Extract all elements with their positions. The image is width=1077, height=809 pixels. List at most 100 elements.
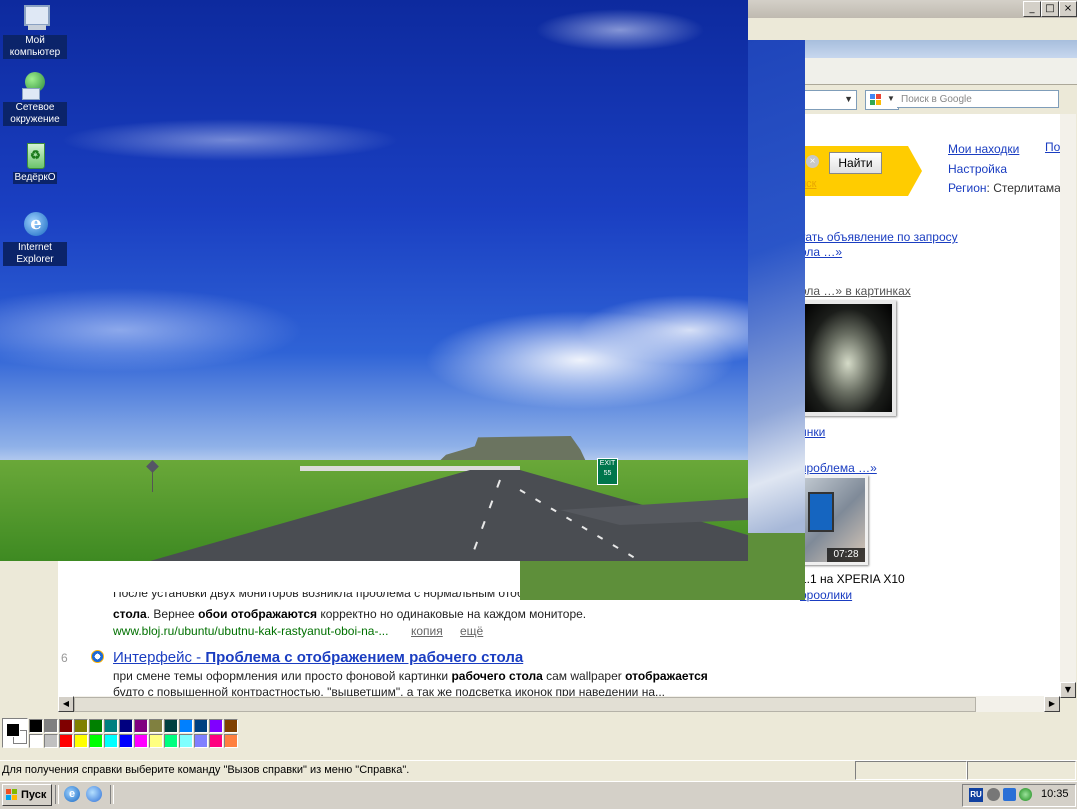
palette-swatch[interactable] (104, 719, 118, 733)
palette-swatch[interactable] (134, 734, 148, 748)
video-thumbnail[interactable]: 07:28 (800, 475, 868, 565)
palette-swatch[interactable] (194, 719, 208, 733)
palette-swatch[interactable] (179, 719, 193, 733)
palette-swatch[interactable] (29, 719, 43, 733)
minimize-button[interactable]: _ (1023, 1, 1041, 17)
network-icon (20, 70, 50, 100)
address-dropdown[interactable]: ▼ (800, 90, 857, 110)
desktop-icon-label: Мой компьютер (3, 35, 67, 59)
favicon-icon (91, 650, 104, 663)
quicklaunch-ie-icon[interactable]: e (64, 786, 80, 802)
palette-swatch[interactable] (224, 719, 238, 733)
road-sign-post (152, 470, 153, 492)
palette-swatch[interactable] (224, 734, 238, 748)
internet-explorer-icon: e (20, 210, 50, 240)
desktop-icon-label: ВедёркО (13, 172, 57, 184)
result-5-cached-link[interactable]: копия (411, 624, 443, 638)
yandex-search-bar-tip (908, 146, 922, 196)
language-indicator[interactable]: RU (969, 788, 983, 802)
region-row: Регион: Стерлитама (948, 179, 1061, 199)
scroll-left-icon[interactable]: ◀ (58, 696, 74, 712)
system-tray: RU 10:35 (962, 784, 1076, 807)
video-duration: 07:28 (827, 548, 865, 562)
vertical-scrollbar[interactable]: ▼ (1060, 114, 1076, 698)
recycle-bin-icon: ♻ (20, 140, 50, 170)
google-search-input[interactable]: Поиск в Google (897, 90, 1059, 108)
google-icon (870, 94, 882, 106)
palette-swatch[interactable] (44, 719, 58, 733)
chevron-down-icon[interactable]: ▼ (887, 94, 895, 103)
ad-link[interactable]: тать объявление по запросу (800, 230, 958, 244)
palette-swatch[interactable] (194, 734, 208, 748)
phone-picture (808, 492, 834, 532)
desktop-icon-internet-explorer[interactable]: e Internet Explorer (3, 210, 67, 266)
video-title[interactable]: 1.1 на XPERIA X10 (800, 572, 905, 586)
thumbnail-picture (804, 304, 892, 412)
settings-link[interactable]: Настройка (948, 160, 1061, 180)
chevron-down-icon[interactable]: ▼ (844, 94, 853, 104)
result-5-url[interactable]: www.bloj.ru/ubuntu/ubutnu-kak-rastyanut-… (113, 624, 388, 638)
image-thumbnail[interactable] (800, 300, 896, 416)
palette-swatch[interactable] (59, 719, 73, 733)
result-6-title-link[interactable]: Интерфейс - Проблема с отображением рабо… (113, 649, 523, 666)
start-button[interactable]: Пуск (2, 784, 52, 806)
palette-swatch[interactable] (59, 734, 73, 748)
tray-icon[interactable] (987, 788, 1000, 801)
desktop-icon-network[interactable]: Сетевое окружение (3, 70, 67, 126)
video-picture: 07:28 (803, 478, 865, 562)
palette-swatch[interactable] (119, 734, 133, 748)
palette-swatch[interactable] (74, 734, 88, 748)
quicklaunch-show-desktop-icon[interactable] (86, 786, 102, 802)
clear-icon[interactable]: × (806, 155, 819, 168)
palette-swatch[interactable] (209, 719, 223, 733)
palette-swatch[interactable] (89, 719, 103, 733)
result-6-snippet-1: при смене темы оформления или просто фон… (113, 669, 708, 683)
network-tray-icon[interactable] (1003, 788, 1016, 801)
maximize-button[interactable]: □ (1041, 1, 1059, 17)
palette-swatch[interactable] (44, 734, 58, 748)
close-button[interactable]: × (1059, 1, 1077, 17)
result-5-more-link[interactable]: ещё (460, 624, 483, 638)
palette-swatch[interactable] (149, 719, 163, 733)
po-link[interactable]: По (1045, 140, 1060, 154)
wallpaper-preview-front: EXIT 55 (0, 0, 748, 561)
scroll-thumb[interactable] (74, 697, 976, 712)
scroll-right-icon[interactable]: ▶ (1044, 696, 1060, 712)
find-button[interactable]: Найти (829, 152, 882, 174)
region-value: : Стерлитама (986, 181, 1061, 195)
palette-swatch[interactable] (119, 719, 133, 733)
palette-swatch[interactable] (164, 719, 178, 733)
taskbar (0, 781, 1077, 809)
palette-swatch[interactable] (89, 734, 103, 748)
palette-swatch[interactable] (104, 734, 118, 748)
left-pane (0, 560, 58, 712)
foreground-color-swatch[interactable] (6, 723, 20, 737)
my-finds-link[interactable]: Мои находки (948, 140, 1061, 160)
result-6-number: 6 (61, 651, 68, 665)
video-query-link[interactable]: проблема …» (800, 461, 877, 475)
desktop-icon-my-computer[interactable]: Мой компьютер (3, 3, 67, 59)
palette-swatch[interactable] (164, 734, 178, 748)
palette-swatch[interactable] (29, 734, 43, 748)
computer-icon (20, 3, 50, 33)
status-cell (855, 761, 967, 780)
quicklaunch-separator (110, 785, 114, 804)
palette-swatch[interactable] (209, 734, 223, 748)
start-label: Пуск (21, 789, 47, 801)
search-engine-selector[interactable]: ▼ (865, 90, 899, 110)
palette-swatch[interactable] (179, 734, 193, 748)
video-source-link[interactable]: ороолики (800, 588, 852, 602)
query-link[interactable]: ола …» (800, 245, 842, 259)
palette-swatch[interactable] (134, 719, 148, 733)
antivirus-tray-icon[interactable] (1019, 788, 1032, 801)
palette-swatch[interactable] (149, 734, 163, 748)
scroll-down-icon[interactable]: ▼ (1060, 682, 1076, 698)
result-5-snippet: стола. Вернее обои отображаются корректн… (113, 607, 587, 621)
current-colors[interactable] (2, 718, 28, 748)
horizontal-scrollbar[interactable]: ◀ ▶ (58, 696, 1060, 712)
palette-swatch[interactable] (74, 719, 88, 733)
images-query-link[interactable]: ола …» в картинках (800, 284, 911, 298)
desktop-icon-recycle-bin[interactable]: ♻ ВедёркО (3, 140, 67, 184)
region-link[interactable]: Регион (948, 181, 987, 195)
right-links: Мои находки Настройка Регион: Стерлитама (948, 140, 1061, 199)
